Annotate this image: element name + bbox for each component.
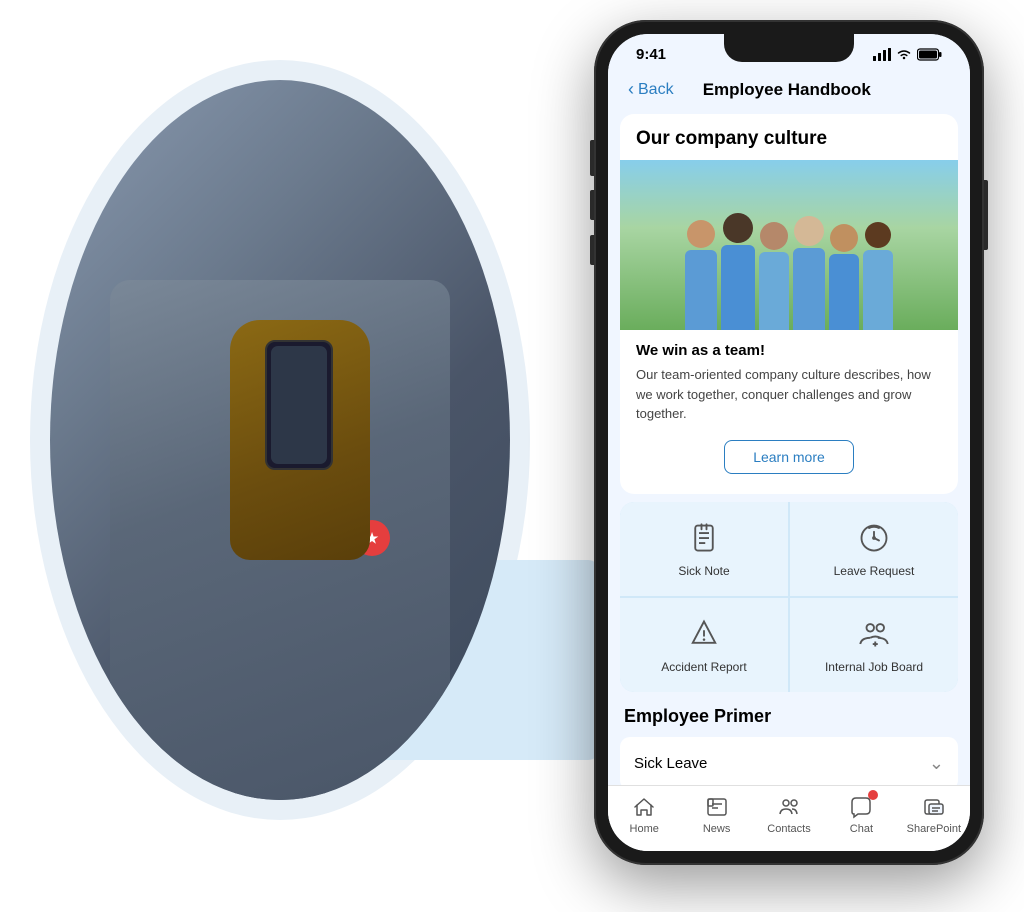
sick-leave-item[interactable]: Sick Leave ⌄ <box>620 737 958 786</box>
sick-note-label: Sick Note <box>678 564 729 578</box>
culture-image <box>620 160 958 330</box>
people-row <box>620 190 958 330</box>
nav-title: Employee Handbook <box>674 80 900 100</box>
chat-icon <box>848 794 874 820</box>
quick-actions-grid: Sick Note Leave Request <box>620 502 958 692</box>
volume-button-2 <box>590 235 594 265</box>
tab-home[interactable]: Home <box>608 794 680 835</box>
culture-subtitle: We win as a team! <box>620 330 958 365</box>
employee-primer-section: Employee Primer Sick Leave ⌄ Leave Regul… <box>620 700 958 786</box>
job-board-icon <box>856 616 892 652</box>
status-time: 9:41 <box>636 46 666 63</box>
mini-phone <box>265 340 333 470</box>
hand-area <box>210 280 410 560</box>
battery-icon <box>917 48 942 61</box>
contacts-tab-label: Contacts <box>767 823 810 835</box>
news-icon <box>704 794 730 820</box>
sick-leave-chevron: ⌄ <box>929 753 944 774</box>
tab-chat[interactable]: Chat <box>825 794 897 835</box>
sharepoint-tab-label: SharePoint <box>907 823 961 835</box>
job-board-label: Internal Job Board <box>825 660 923 674</box>
phone-frame: 9:41 <box>594 20 984 865</box>
mini-phone-screen <box>271 346 327 464</box>
tab-news[interactable]: News <box>680 794 752 835</box>
notch <box>724 34 854 62</box>
person-5 <box>829 224 859 330</box>
culture-section: Our company culture <box>620 114 958 494</box>
person-1 <box>685 220 717 330</box>
phone-container: 9:41 <box>594 20 994 880</box>
chevron-left-icon: ‹ <box>628 79 634 100</box>
nav-bar: ‹ Back Employee Handbook <box>608 69 970 106</box>
worker-photo: ✕ ★ <box>50 80 510 800</box>
home-tab-label: Home <box>630 823 659 835</box>
tab-contacts[interactable]: Contacts <box>753 794 825 835</box>
contacts-icon <box>776 794 802 820</box>
accident-report-action[interactable]: Accident Report <box>620 598 788 692</box>
learn-more-button[interactable]: Learn more <box>724 440 854 474</box>
news-tab-label: News <box>703 823 731 835</box>
sick-note-icon <box>686 520 722 556</box>
sick-note-action[interactable]: Sick Note <box>620 502 788 596</box>
internal-job-board-action[interactable]: Internal Job Board <box>790 598 958 692</box>
accident-report-label: Accident Report <box>661 660 746 674</box>
wifi-icon <box>896 48 912 61</box>
person-6 <box>863 222 893 330</box>
chat-tab-label: Chat <box>850 823 873 835</box>
tab-sharepoint[interactable]: SharePoint <box>898 794 970 835</box>
primer-title: Employee Primer <box>620 700 958 737</box>
culture-description: Our team-oriented company culture descri… <box>620 365 958 436</box>
person-4 <box>793 216 825 330</box>
chat-badge <box>868 790 878 800</box>
sharepoint-icon <box>921 794 947 820</box>
scroll-content[interactable]: Our company culture <box>608 106 970 785</box>
volume-button-1 <box>590 190 594 220</box>
leave-request-icon <box>856 520 892 556</box>
leave-request-label: Leave Request <box>834 564 915 578</box>
home-icon <box>631 794 657 820</box>
person-3 <box>759 222 789 330</box>
leave-request-action[interactable]: Leave Request <box>790 502 958 596</box>
status-icons <box>873 48 942 61</box>
signal-icon <box>873 48 891 61</box>
accident-report-icon <box>686 616 722 652</box>
worker-figure: ✕ ★ <box>50 80 510 800</box>
phone-screen: 9:41 <box>608 34 970 851</box>
back-label: Back <box>638 81 674 99</box>
tab-bar: Home News <box>608 785 970 851</box>
culture-title: Our company culture <box>620 114 958 160</box>
person-2 <box>721 213 755 330</box>
sick-leave-label: Sick Leave <box>634 755 707 772</box>
hand-shape <box>230 320 370 560</box>
back-button[interactable]: ‹ Back <box>628 79 674 100</box>
